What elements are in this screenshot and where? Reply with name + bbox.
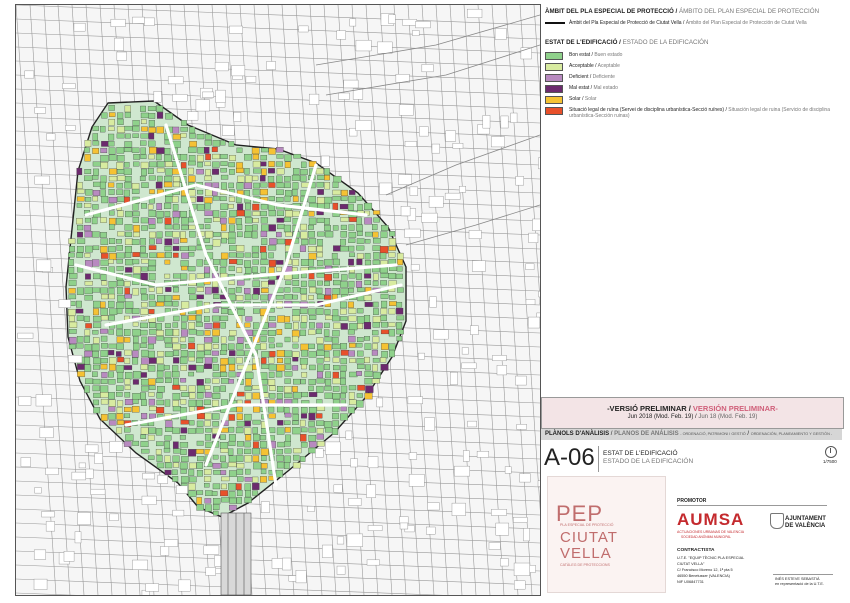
contractista-body: U.T.E. "EQUIP TÈCNIC PLA ESPECIAL CIUTAT… [677,556,745,584]
map-canvas[interactable] [15,4,541,596]
legend-label: Mal estat / Mal estado [569,85,618,91]
signature-line [773,574,833,575]
legend-label: Situació legal de ruïna (Servei de disci… [569,107,830,119]
promotor-label: PROMOTOR [677,498,707,504]
boundary-line-swatch [545,22,565,24]
north-arrow-icon [825,446,837,458]
legend-label: Deficient / Deficiente [569,74,615,80]
legend-label: Bon estat / Buen estado [569,52,623,58]
legend-item: Solar / Solar [545,96,597,104]
city-map [16,5,540,595]
estat-title: ESTAT DE L'EDIFICACIÓ / ESTADO DE LA EDI… [545,39,709,46]
railway-tracks [220,512,252,595]
side-panel: ÀMBIT DEL PLA ESPECIAL DE PROTECCIÓ / ÁM… [541,4,844,594]
legend-swatch [545,74,563,82]
aumsa-subtitle-2: SOCIEDAD ANÓNIMA MUNICIPAL [681,535,732,539]
legend-item: Bon estat / Buen estado [545,52,622,60]
aumsa-subtitle: ACTUACIONES URBANAS DE VALENCIA [677,530,745,534]
legend-item: Acceptable / Aceptable [545,63,620,71]
city-shield-icon [770,513,784,529]
ambit-title: ÀMBIT DEL PLA ESPECIAL DE PROTECCIÓ / ÁM… [545,8,820,15]
ambit-line-legend: Àmbit del Pla Especial de Protecció de C… [545,20,807,26]
ajuntament-label: AJUNTAMENT DE VALÈNCIA [785,516,826,529]
legend-swatch [545,63,563,71]
legend-swatch [545,85,563,93]
legend-swatch [545,96,563,104]
legend-label: Solar / Solar [569,96,597,102]
scale-label: 1/7500 [823,459,837,464]
legend-label: Acceptable / Aceptable [569,63,620,69]
legend-item: Situació legal de ruïna (Servei de disci… [545,107,844,119]
legend-swatch [545,107,563,115]
plan-code: A-06 [544,444,595,471]
legend-swatch [545,52,563,60]
legend-item: Mal estat / Mal estado [545,85,618,93]
signature: INÉS ESTEVE SEBASTIÀ en representació de… [775,577,824,586]
planols-bar: PLÀNOLS D'ANÀLISIS / PLANOS DE ANÁLISIS … [541,429,842,440]
divider [677,505,827,506]
legend-item: Deficient / Deficiente [545,74,615,82]
aumsa-logo: AUMSA [677,510,745,529]
plan-title: ESTAT DE L'EDIFICACIÓ ESTADO DE LA EDIFI… [603,450,694,465]
divider [598,446,599,472]
version-box: -VERSIÓ PRELIMINAR / VERSIÓN PRELIMINAR-… [541,397,844,429]
pep-logo: PEP PLA ESPECIAL DE PROTECCIÓ CIUTAT VEL… [547,476,666,593]
contractista-label: CONTRACTISTA [677,548,715,553]
